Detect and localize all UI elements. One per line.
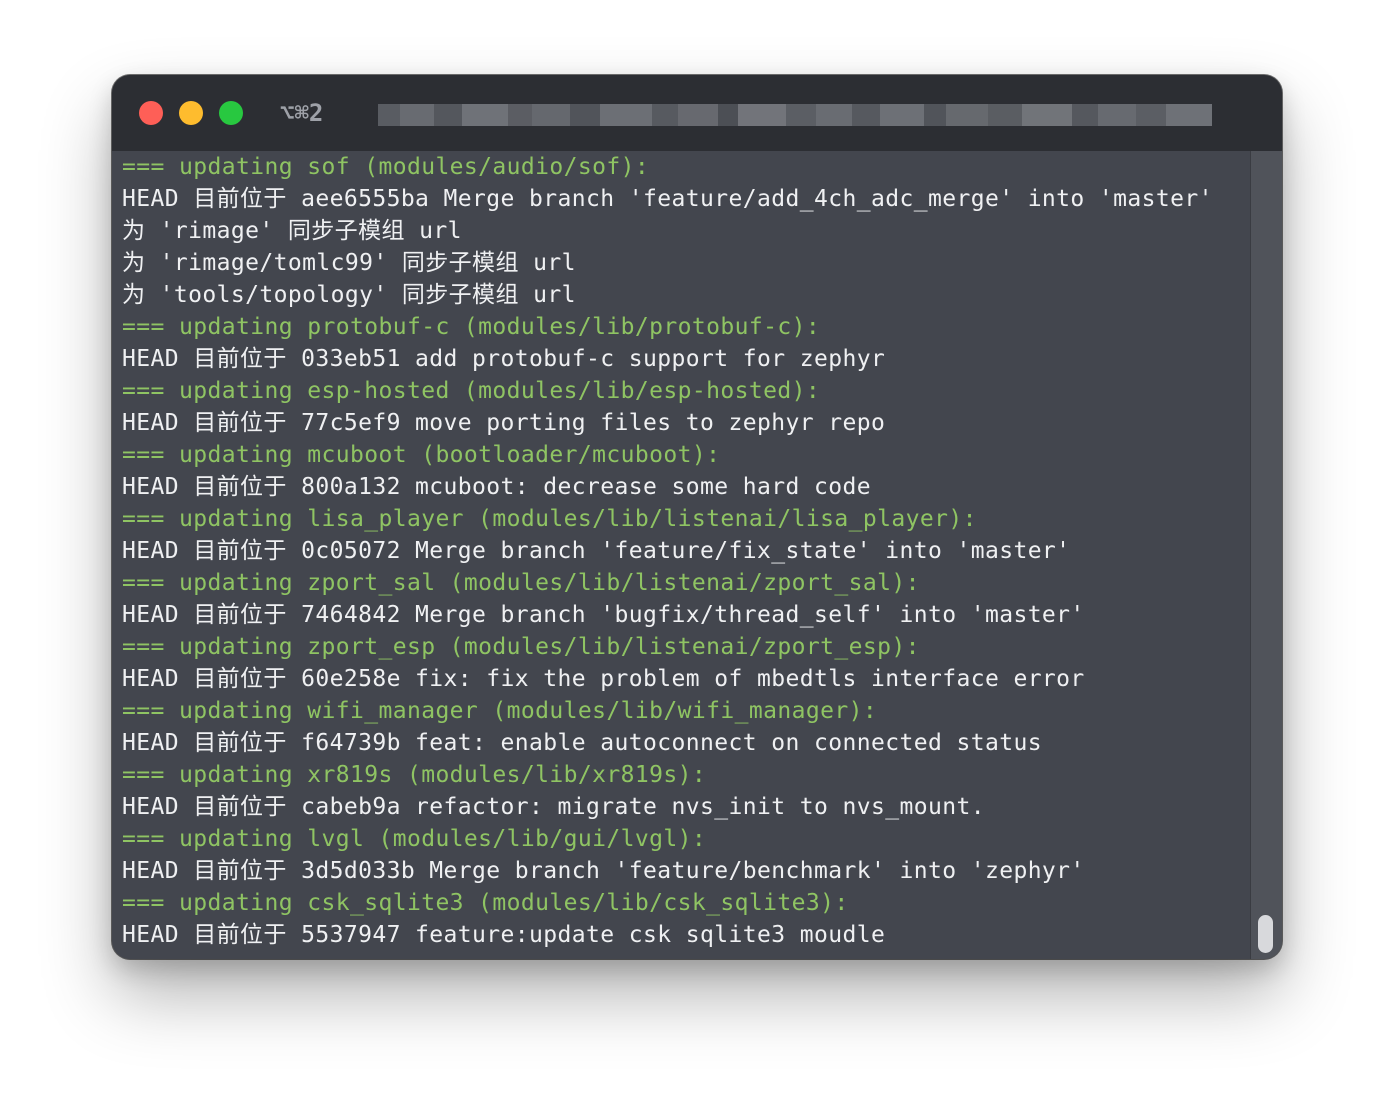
terminal-section-line: === updating csk_sqlite3 (modules/lib/cs…: [122, 890, 849, 916]
terminal-section-line: === updating lvgl (modules/lib/gui/lvgl)…: [122, 826, 707, 852]
terminal-section-line: === updating zport_sal (modules/lib/list…: [122, 570, 920, 596]
terminal-section-line: === updating zport_esp (modules/lib/list…: [122, 634, 920, 660]
terminal-output-line: 为 'rimage' 同步子模组 url: [122, 218, 462, 244]
terminal-output-line: HEAD 目前位于 800a132 mcuboot: decrease some…: [122, 474, 871, 500]
terminal-output-line: HEAD 目前位于 cabeb9a refactor: migrate nvs_…: [122, 794, 985, 820]
terminal-section-line: === updating xr819s (modules/lib/xr819s)…: [122, 762, 707, 788]
terminal-output-line: HEAD 目前位于 3d5d033b Merge branch 'feature…: [122, 858, 1085, 884]
terminal-output-line: HEAD 目前位于 60e258e fix: fix the problem o…: [122, 666, 1085, 692]
terminal-section-line: === updating esp-hosted (modules/lib/esp…: [122, 378, 821, 404]
terminal-section-line: === updating sof (modules/audio/sof):: [122, 154, 650, 180]
terminal-output-line: HEAD 目前位于 f64739b feat: enable autoconne…: [122, 730, 1042, 756]
terminal-output-line: HEAD 目前位于 aee6555ba Merge branch 'featur…: [122, 186, 1213, 212]
vertical-scrollbar[interactable]: [1250, 151, 1282, 959]
minimize-button[interactable]: [179, 101, 203, 125]
title-bar: ⌥⌘2: [112, 75, 1282, 151]
close-button[interactable]: [139, 101, 163, 125]
terminal-section-line: === updating lisa_player (modules/lib/li…: [122, 506, 977, 532]
tab-shortcut-label: ⌥⌘2: [280, 99, 324, 127]
terminal-section-line: === updating wifi_manager (modules/lib/w…: [122, 698, 878, 724]
terminal-window: ⌥⌘2 === updating sof (modules/audio/sof)…: [112, 75, 1282, 959]
terminal-output-line: HEAD 目前位于 0c05072 Merge branch 'feature/…: [122, 538, 1071, 564]
terminal-output-line: HEAD 目前位于 5537947 feature:update csk sql…: [122, 922, 886, 948]
terminal-output-line: 为 'rimage/tomlc99' 同步子模组 url: [122, 250, 576, 276]
terminal-section-line: === updating mcuboot (bootloader/mcuboot…: [122, 442, 721, 468]
redacted-window-title: [378, 100, 1262, 130]
terminal-output-line: HEAD 目前位于 77c5ef9 move porting files to …: [122, 410, 886, 436]
zoom-button[interactable]: [219, 101, 243, 125]
scrollbar-thumb[interactable]: [1258, 915, 1273, 953]
terminal-output-line: HEAD 目前位于 7464842 Merge branch 'bugfix/t…: [122, 602, 1085, 628]
terminal-output-line: 为 'tools/topology' 同步子模组 url: [122, 282, 576, 308]
terminal-output-line: HEAD 目前位于 033eb51 add protobuf-c support…: [122, 346, 886, 372]
terminal-section-line: === updating protobuf-c (modules/lib/pro…: [122, 314, 821, 340]
terminal-output[interactable]: === updating sof (modules/audio/sof): HEA…: [112, 151, 1250, 959]
